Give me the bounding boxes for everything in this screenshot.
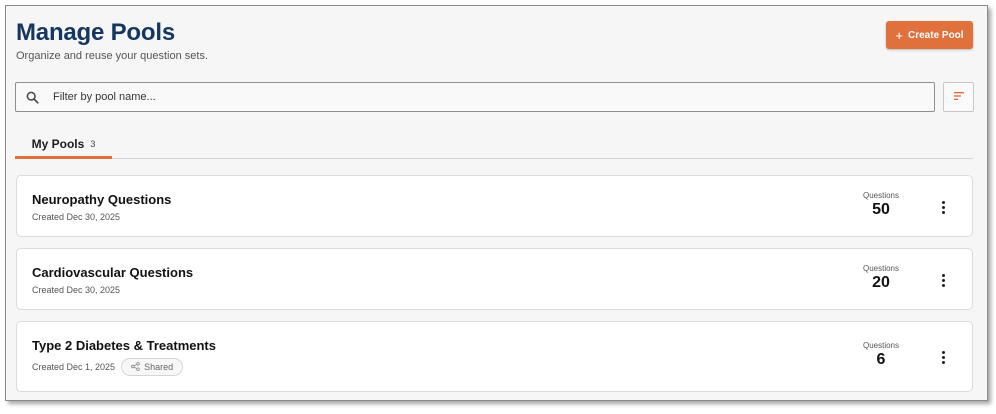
share-icon [131, 361, 140, 373]
manage-pools-window: Manage Pools Organize and reuse your que… [5, 5, 988, 401]
plus-icon: + [895, 27, 903, 43]
shared-label: Shared [144, 362, 174, 372]
more-options-icon[interactable] [934, 269, 952, 291]
pool-meta: Created Dec 30, 2025 [32, 285, 120, 295]
sort-icon [953, 88, 965, 106]
create-pool-button[interactable]: + Create Pool [886, 21, 973, 49]
pool-card[interactable]: Type 2 Diabetes & Treatments Created Dec… [16, 321, 973, 392]
more-options-icon[interactable] [934, 346, 952, 368]
pool-name: Cardiovascular Questions [32, 265, 194, 280]
questions-label: Questions [862, 341, 900, 350]
question-count-block: Questions 50 [856, 191, 906, 219]
shared-badge: Shared [121, 358, 184, 376]
questions-count: 50 [872, 201, 890, 218]
page-subtitle: Organize and reuse your question sets. [16, 50, 209, 62]
page-title: Manage Pools [16, 19, 175, 46]
tab-bar: My Pools 3 [15, 131, 973, 159]
pool-card[interactable]: Cardiovascular Questions Created Dec 30,… [16, 248, 973, 310]
questions-count: 20 [872, 274, 890, 291]
pool-created-date: Created Dec 30, 2025 [32, 212, 121, 222]
tab-count: 3 [90, 138, 96, 149]
tab-label: My Pools [31, 136, 85, 151]
search-bar[interactable] [15, 82, 935, 112]
question-count-block: Questions 20 [856, 264, 906, 292]
search-input[interactable] [53, 91, 903, 103]
pool-card[interactable]: Neuropathy Questions Created Dec 30, 202… [16, 175, 973, 237]
pool-meta: Created Dec 1, 2025 Shared [32, 358, 184, 376]
pool-meta: Created Dec 30, 2025 [32, 212, 120, 222]
sort-button[interactable] [943, 82, 974, 112]
pool-name: Type 2 Diabetes & Treatments [32, 338, 216, 353]
questions-count: 6 [876, 351, 886, 368]
pool-name: Neuropathy Questions [32, 192, 172, 207]
pool-created-date: Created Dec 1, 2025 [32, 362, 116, 372]
questions-label: Questions [862, 264, 900, 273]
search-icon [16, 91, 48, 104]
more-options-icon[interactable] [934, 196, 952, 218]
question-count-block: Questions 6 [856, 341, 906, 369]
questions-label: Questions [862, 191, 900, 200]
tab-my-pools[interactable]: My Pools 3 [15, 131, 112, 159]
create-pool-label: Create Pool [908, 29, 964, 41]
pool-created-date: Created Dec 30, 2025 [32, 285, 121, 295]
